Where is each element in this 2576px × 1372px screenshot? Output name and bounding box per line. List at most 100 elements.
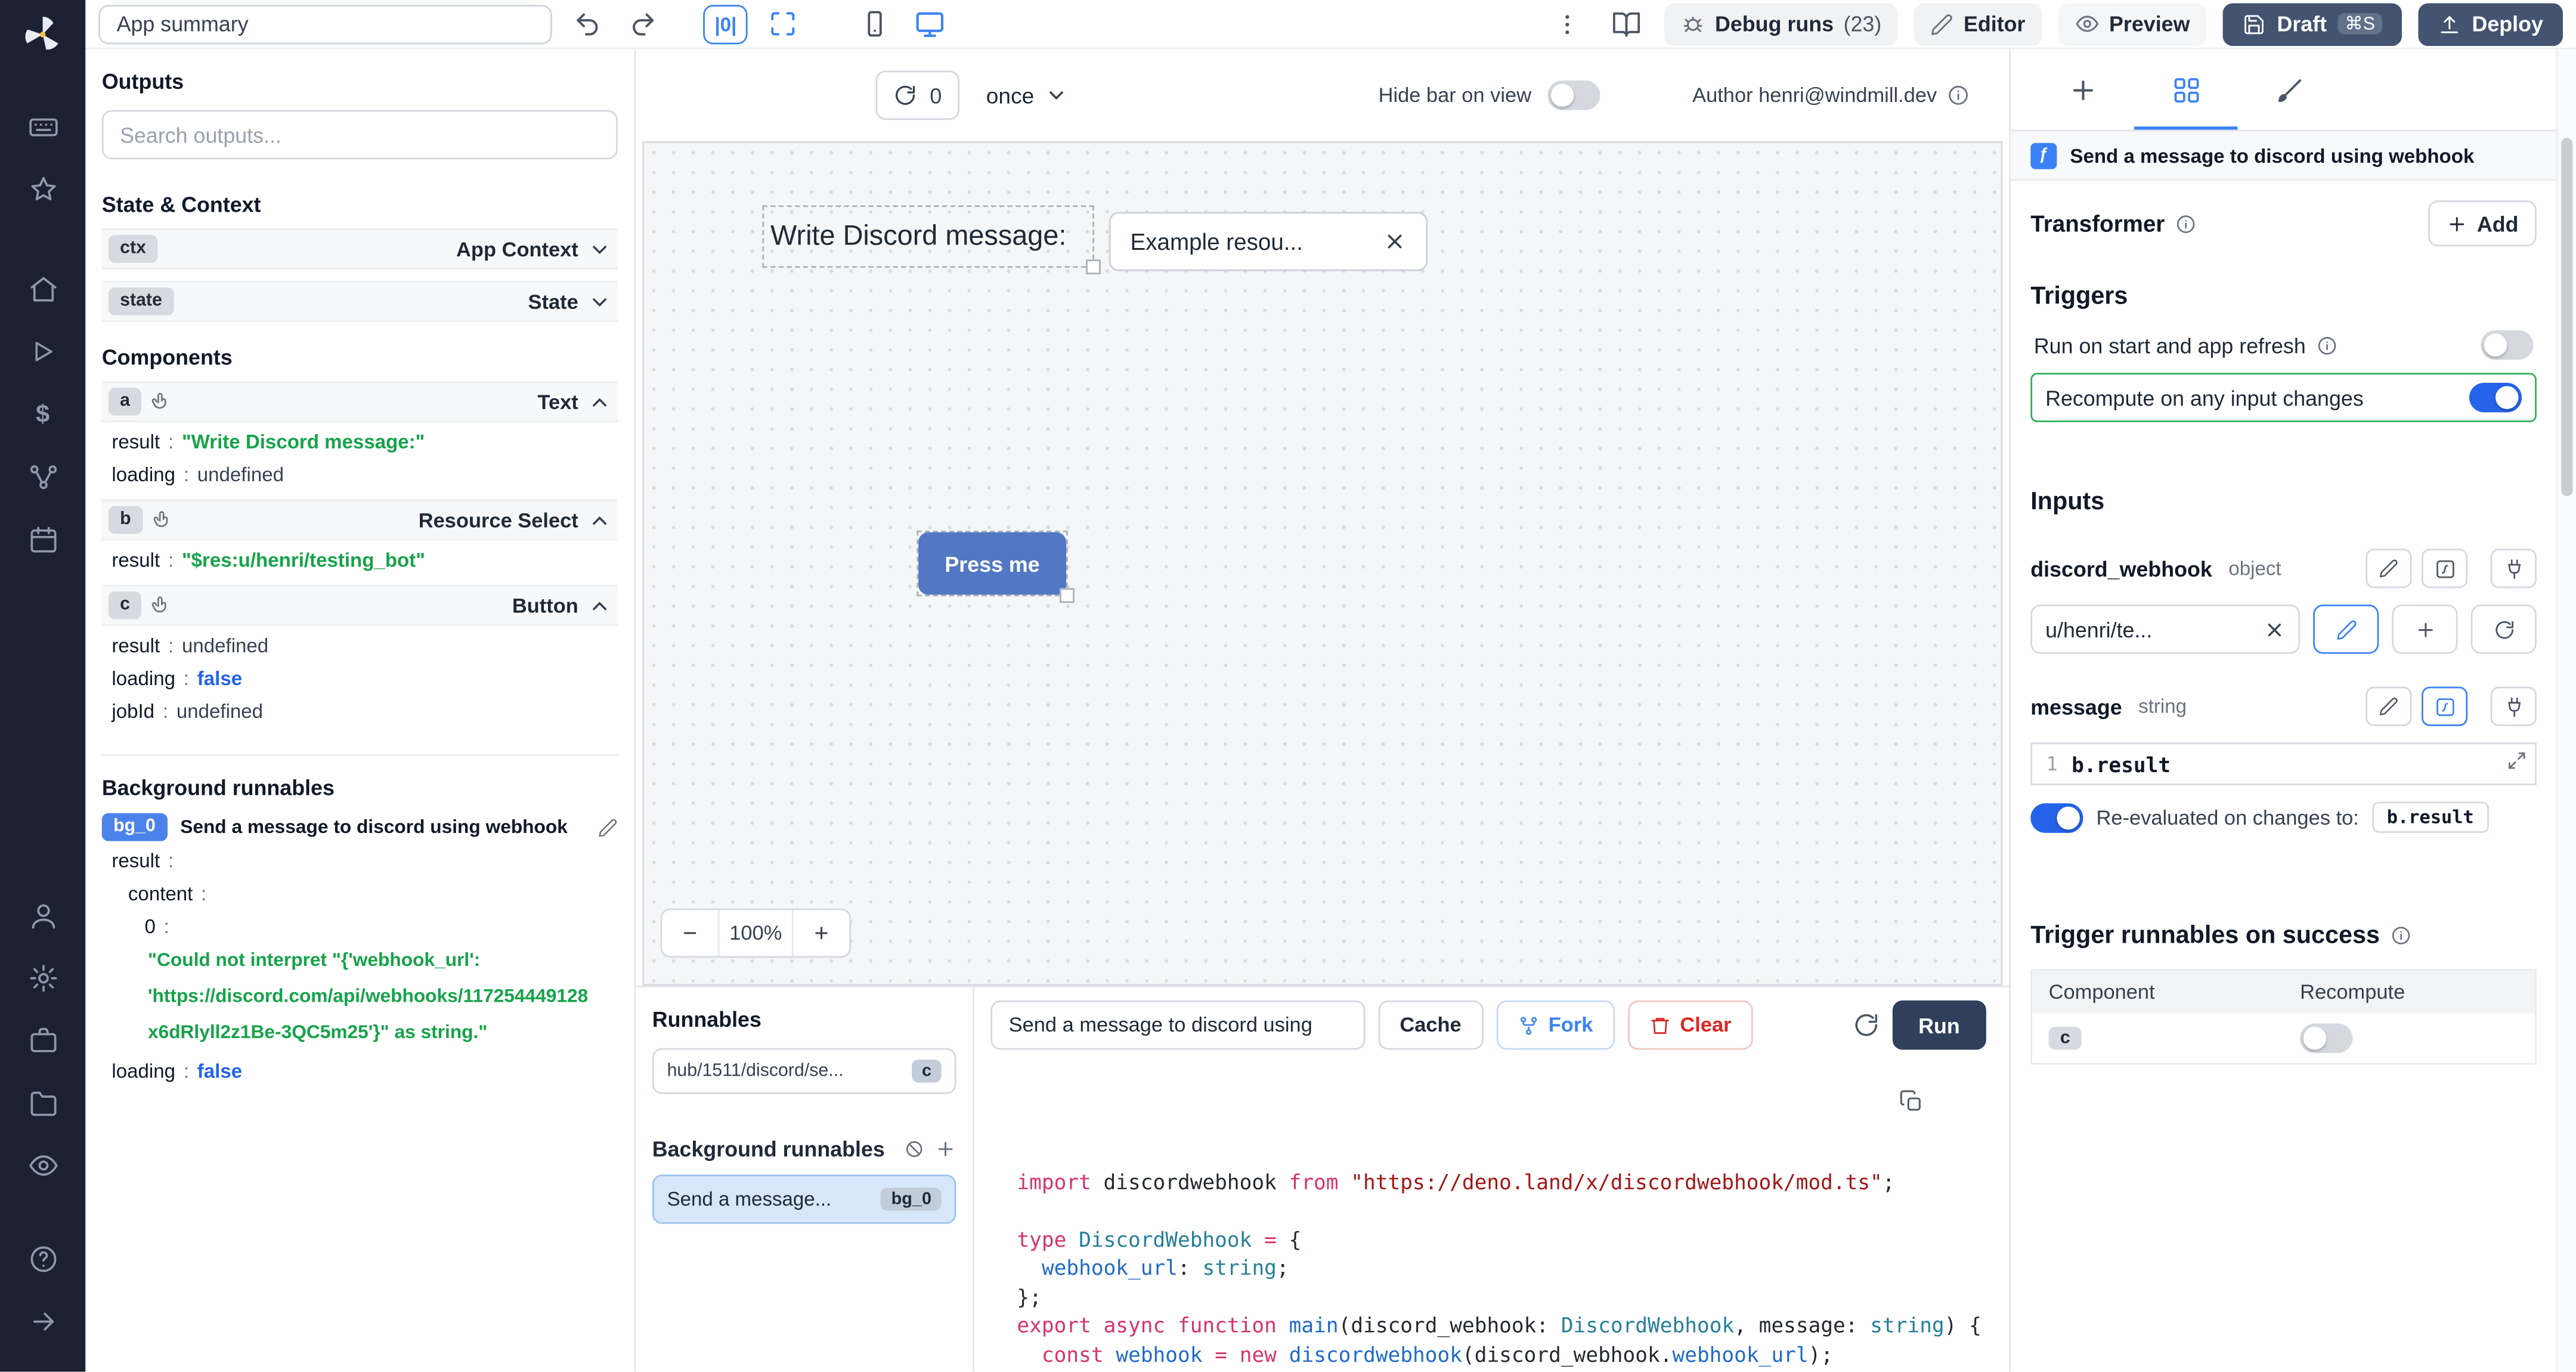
zoom-out-button[interactable]: − xyxy=(662,910,718,956)
schedules-icon[interactable] xyxy=(26,522,59,555)
refresh-count-button[interactable]: 0 xyxy=(875,70,959,120)
kebab-menu-icon[interactable] xyxy=(1546,4,1589,44)
expand-icon[interactable] xyxy=(2507,751,2527,770)
undo-button[interactable] xyxy=(565,4,608,44)
chevron-up-icon[interactable] xyxy=(588,509,611,532)
resource-input[interactable]: u/henri/te... xyxy=(2030,605,2300,654)
clear-x-icon[interactable] xyxy=(1383,230,1407,253)
resources-icon[interactable] xyxy=(26,460,59,493)
state-row[interactable]: state State xyxy=(102,281,618,322)
static-pencil-button[interactable] xyxy=(2366,549,2411,588)
folders-icon[interactable] xyxy=(26,1086,59,1119)
code-editor[interactable]: import discordwebhook from "https://deno… xyxy=(974,1060,2010,1371)
chevron-down-icon[interactable] xyxy=(588,237,611,261)
audit-logs-eye-icon[interactable] xyxy=(26,1148,59,1181)
cache-button[interactable]: Cache xyxy=(1379,1001,1483,1050)
recompute-toggle[interactable] xyxy=(2469,383,2522,413)
component-row-b[interactable]: b Resource Select xyxy=(102,500,618,541)
reeval-toggle[interactable] xyxy=(2030,803,2083,832)
edit-pencil-icon[interactable] xyxy=(598,817,618,837)
users-icon[interactable] xyxy=(26,899,59,931)
clear-button[interactable]: Clear xyxy=(1627,1001,1753,1050)
add-transformer-button[interactable]: Add xyxy=(2428,200,2537,246)
add-background-runnable-button[interactable] xyxy=(935,1138,956,1160)
message-code-input[interactable]: 1 b.result xyxy=(2030,742,2537,785)
resource-select-component[interactable]: Example resou... xyxy=(1109,212,1428,271)
app-summary-input[interactable] xyxy=(98,4,552,44)
home-icon[interactable] xyxy=(26,272,59,305)
schedule-select[interactable]: once xyxy=(986,83,1067,107)
script-name-input[interactable]: Send a message to discord using xyxy=(990,1001,1365,1050)
mobile-view-icon[interactable] xyxy=(853,4,896,44)
zoom-in-button[interactable]: + xyxy=(794,910,850,956)
run-button[interactable]: Run xyxy=(1892,1001,1986,1050)
app-canvas[interactable]: Write Discord message: Example resou... … xyxy=(642,141,2002,986)
tab-component-settings[interactable] xyxy=(2134,49,2238,130)
press-me-button[interactable]: Press me xyxy=(918,532,1066,595)
hide-bar-toggle[interactable] xyxy=(1548,80,1600,110)
component-row-c[interactable]: c Button xyxy=(102,585,618,626)
draft-button[interactable]: Draft ⌘S xyxy=(2223,2,2401,45)
run-on-start-toggle[interactable] xyxy=(2481,330,2533,360)
scrollbar-thumb[interactable] xyxy=(2561,138,2572,496)
debug-runs-button[interactable]: Debug runs (23) xyxy=(1664,2,1898,45)
add-resource-button[interactable] xyxy=(2392,605,2457,654)
refresh-resource-button[interactable] xyxy=(2471,605,2537,654)
resize-handle[interactable] xyxy=(1060,588,1075,603)
workers-icon[interactable] xyxy=(26,1023,59,1056)
recenter-button[interactable]: |0| xyxy=(703,4,748,44)
refresh-icon[interactable] xyxy=(1853,1012,1879,1038)
redo-button[interactable] xyxy=(621,4,664,44)
runs-icon[interactable] xyxy=(26,335,59,368)
hide-runnables-icon[interactable] xyxy=(903,1138,925,1160)
recompute-row-toggle[interactable] xyxy=(2300,1023,2352,1053)
desktop-view-icon[interactable] xyxy=(909,4,952,44)
pointer-icon[interactable] xyxy=(151,594,173,616)
search-outputs-input[interactable] xyxy=(102,110,618,160)
tab-insert-component[interactable] xyxy=(2030,49,2134,130)
favorites-star-icon[interactable] xyxy=(26,172,59,205)
reeval-value-chip[interactable]: b.result xyxy=(2372,801,2489,832)
scrollbar[interactable] xyxy=(2556,49,2576,1372)
connect-plug-button[interactable] xyxy=(2491,687,2537,726)
variables-icon[interactable]: $ xyxy=(26,398,59,431)
collapse-sidebar-icon[interactable] xyxy=(26,1305,59,1337)
clear-x-icon[interactable] xyxy=(2264,618,2286,640)
copy-icon[interactable] xyxy=(1899,1089,1924,1114)
docs-book-icon[interactable] xyxy=(1605,4,1648,44)
edit-resource-pencil-button[interactable] xyxy=(2313,605,2379,654)
tab-editor[interactable]: Editor xyxy=(1914,2,2042,45)
info-icon[interactable] xyxy=(2315,335,2337,356)
ctx-row[interactable]: ctx App Context xyxy=(102,228,618,270)
info-icon[interactable] xyxy=(2390,925,2411,946)
static-pencil-button[interactable] xyxy=(2366,687,2411,726)
tab-preview[interactable]: Preview xyxy=(2058,2,2206,45)
button-component-selection[interactable]: Press me xyxy=(917,531,1067,596)
eval-fx-button[interactable] xyxy=(2422,687,2467,726)
settings-gear-icon[interactable] xyxy=(26,961,59,994)
bg-runnable-item-selected[interactable]: Send a message... bg_0 xyxy=(652,1175,956,1224)
pointer-icon[interactable] xyxy=(152,509,174,531)
windmill-logo-icon[interactable] xyxy=(21,13,64,56)
chevron-up-icon[interactable] xyxy=(588,390,611,413)
component-row-a[interactable]: a Text xyxy=(102,381,618,422)
chevron-up-icon[interactable] xyxy=(588,594,611,617)
text-component-selection[interactable]: Write Discord message: xyxy=(762,205,1094,268)
runnable-item[interactable]: hub/1511/discord/se... c xyxy=(652,1048,956,1094)
chevron-down-icon[interactable] xyxy=(588,290,611,313)
deploy-button[interactable]: Deploy xyxy=(2418,2,2563,45)
fork-button[interactable]: Fork xyxy=(1496,1001,1615,1050)
tab-styling[interactable] xyxy=(2237,49,2341,130)
info-icon[interactable] xyxy=(2175,213,2196,234)
info-icon[interactable] xyxy=(1947,84,1970,107)
help-icon[interactable] xyxy=(26,1242,59,1275)
apps-icon[interactable] xyxy=(26,110,59,143)
pointer-icon[interactable] xyxy=(151,391,173,413)
fullscreen-icon[interactable] xyxy=(761,4,804,44)
text-component[interactable]: Write Discord message: xyxy=(764,207,1092,266)
resize-handle[interactable] xyxy=(1086,259,1101,274)
bg0-row[interactable]: bg_0 Send a message to discord using web… xyxy=(102,813,618,841)
recompute-label: Recompute on any input changes xyxy=(2045,385,2364,410)
connect-plug-button[interactable] xyxy=(2491,549,2537,588)
eval-fx-button[interactable] xyxy=(2422,549,2467,588)
